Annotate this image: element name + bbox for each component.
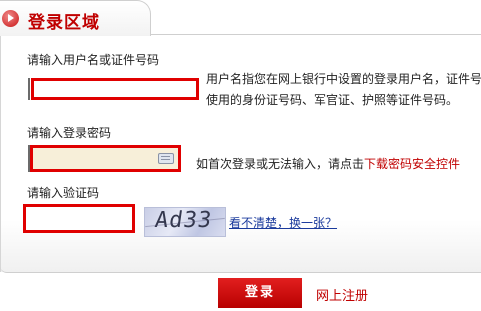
- password-input[interactable]: [33, 148, 178, 170]
- register-link[interactable]: 网上注册: [316, 285, 368, 304]
- login-area-tab: 登录区域: [0, 0, 151, 37]
- password-hint-text: 如首次登录或无法输入，请点击: [196, 157, 365, 171]
- captcha-image-text: Ad33: [153, 208, 214, 233]
- username-field[interactable]: [31, 78, 199, 100]
- login-button[interactable]: 登录: [218, 278, 302, 308]
- login-page: 登录区域 请输入用户名或证件号码 用户名指您在网上银行中设置的登录用户名，证件号…: [0, 0, 481, 311]
- panel-bottom-edge: [0, 266, 481, 273]
- captcha-label: 请输入验证码: [27, 186, 100, 200]
- username-hint-line2: 使用的身份证号码、军官证、护照等证件号码。: [206, 93, 459, 107]
- download-security-control-link[interactable]: 下载密码安全控件: [364, 157, 460, 171]
- password-label: 请输入登录密码: [27, 126, 112, 140]
- section-title: 登录区域: [28, 13, 100, 33]
- password-hint: 如首次登录或无法输入，请点击下载密码安全控件: [196, 155, 460, 172]
- arrow-right-icon: [2, 10, 19, 27]
- header-divider: [150, 34, 481, 35]
- captcha-field[interactable]: [23, 204, 135, 233]
- username-hint: 用户名指您在网上银行中设置的登录用户名，证件号 使用的身份证号码、军官证、护照等…: [206, 69, 481, 111]
- username-hint-line1: 用户名指您在网上银行中设置的登录用户名，证件号: [206, 72, 481, 86]
- refresh-captcha-link[interactable]: 看不清楚，换一张？: [229, 214, 337, 231]
- username-field-edge: [28, 78, 30, 100]
- password-field[interactable]: [30, 145, 181, 172]
- username-input[interactable]: [34, 84, 196, 100]
- username-label: 请输入用户名或证件号码: [27, 53, 160, 67]
- captcha-input[interactable]: [26, 207, 132, 230]
- captcha-image: Ad33: [144, 207, 226, 237]
- keyboard-icon[interactable]: [158, 153, 174, 164]
